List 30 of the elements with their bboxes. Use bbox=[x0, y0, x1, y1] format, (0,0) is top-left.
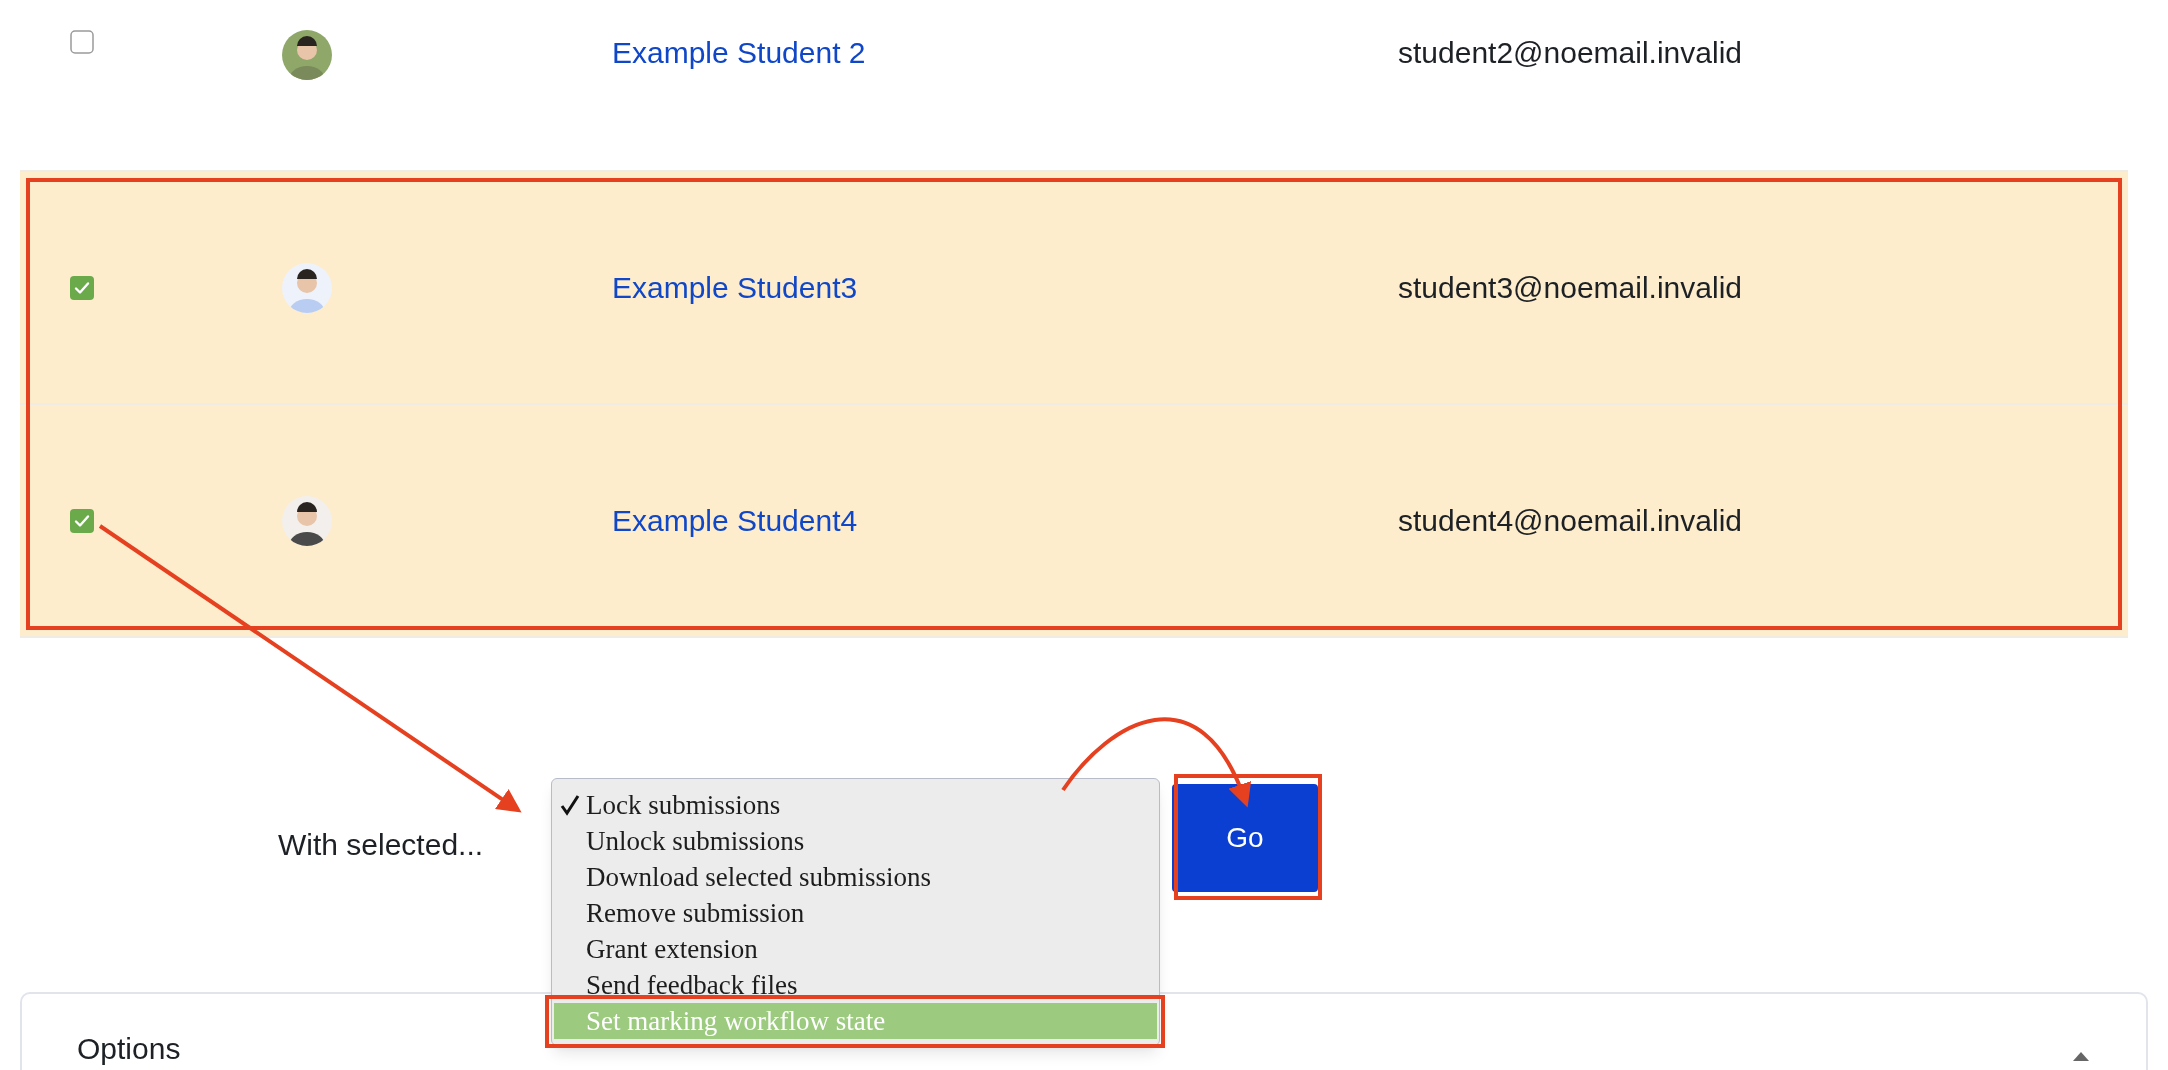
student-name-link[interactable]: Example Student3 bbox=[612, 265, 1162, 310]
avatar-icon bbox=[282, 495, 332, 546]
checkbox[interactable] bbox=[70, 275, 94, 300]
option-text: Unlock submissions bbox=[586, 824, 805, 858]
email-text: student4@noemail.invalid bbox=[1398, 503, 1742, 539]
option-text: Lock submissions bbox=[586, 788, 781, 822]
option-text: Remove submission bbox=[586, 896, 805, 930]
menu-option[interactable]: Lock submissions bbox=[554, 787, 1157, 823]
menu-option[interactable]: Download selected submissions bbox=[554, 859, 1157, 895]
go-button[interactable]: Go bbox=[1172, 784, 1318, 892]
email-text: student3@noemail.invalid bbox=[1398, 270, 1742, 306]
avatar-icon bbox=[282, 262, 332, 313]
student-name-link[interactable]: Example Student4 bbox=[612, 498, 1162, 543]
checkmark-icon bbox=[560, 794, 580, 816]
option-text: Grant extension bbox=[586, 932, 758, 966]
option-text: Download selected submissions bbox=[586, 860, 931, 894]
checkbox[interactable] bbox=[70, 30, 94, 54]
avatar-icon bbox=[282, 30, 332, 80]
menu-option[interactable]: Grant extension bbox=[554, 931, 1157, 967]
option-text: Set marking workflow state bbox=[586, 1004, 886, 1038]
menu-option[interactable]: Send feedback files bbox=[554, 967, 1157, 1003]
option-text: Send feedback files bbox=[586, 968, 798, 1002]
options-heading: Options bbox=[77, 1034, 181, 1064]
bulk-action-label: With selected... bbox=[278, 827, 485, 863]
email-text: student2@noemail.invalid bbox=[1398, 35, 1742, 71]
collapse-caret-icon[interactable] bbox=[2071, 1050, 2091, 1062]
menu-option[interactable]: Remove submission bbox=[554, 895, 1157, 931]
menu-option[interactable]: Unlock submissions bbox=[554, 823, 1157, 859]
student-name-link[interactable]: Example Student 2 bbox=[612, 30, 1162, 75]
checkbox[interactable] bbox=[70, 508, 94, 533]
